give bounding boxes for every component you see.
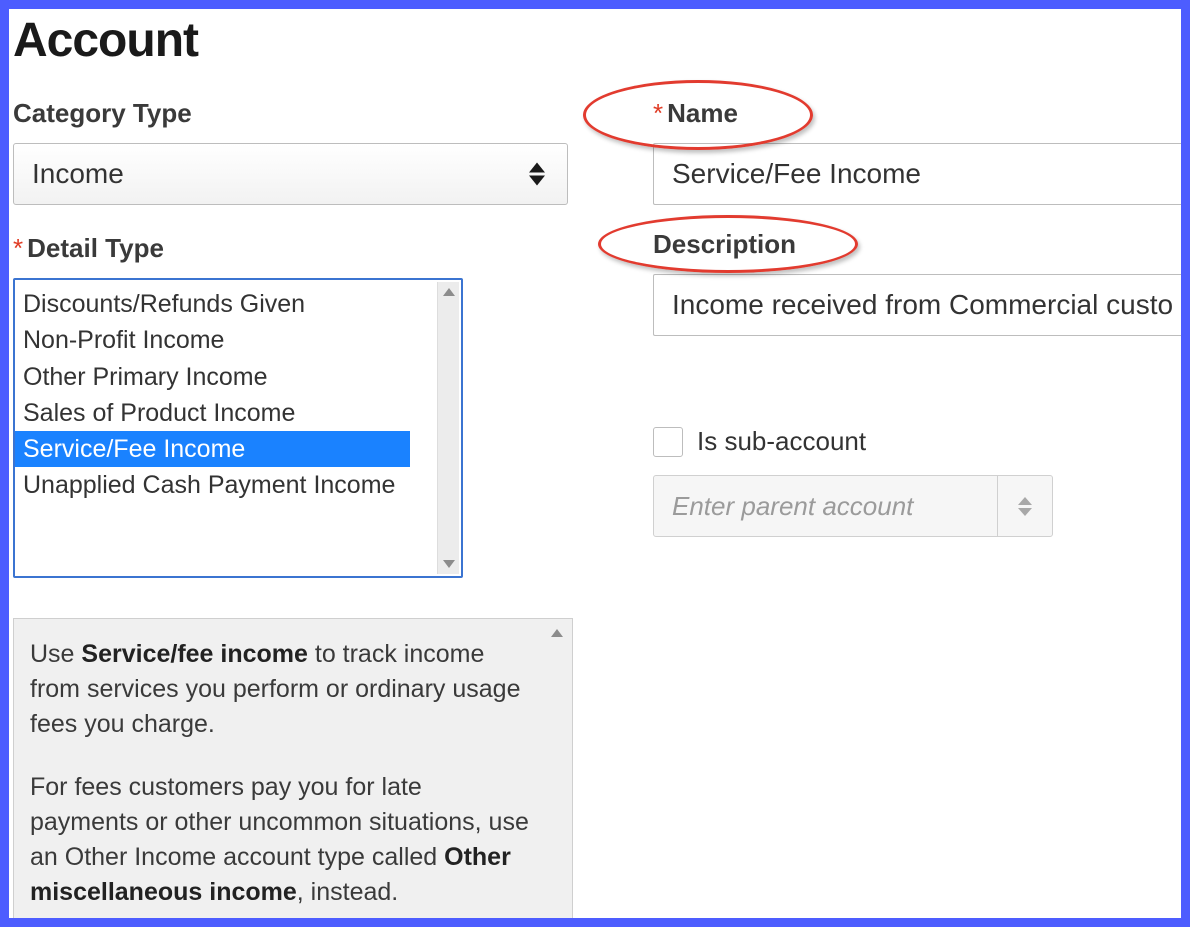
- help-scrollbar[interactable]: [546, 623, 568, 923]
- name-label: *Name: [653, 98, 738, 129]
- parent-account-select[interactable]: Enter parent account: [653, 475, 1053, 537]
- detail-type-listbox[interactable]: Discounts/Refunds GivenNon-Profit Income…: [13, 278, 463, 578]
- listbox-scrollbar[interactable]: [437, 282, 459, 574]
- detail-type-option[interactable]: Sales of Product Income: [15, 395, 435, 431]
- is-subaccount-label: Is sub-account: [697, 426, 866, 457]
- scroll-up-icon: [551, 629, 563, 637]
- dropdown-caret-icon: [529, 163, 545, 186]
- required-star-icon: *: [653, 98, 663, 128]
- description-input[interactable]: [653, 274, 1190, 336]
- scroll-up-icon: [443, 288, 455, 296]
- category-type-select[interactable]: Income: [13, 143, 568, 205]
- description-label: Description: [653, 229, 796, 260]
- category-type-label: Category Type: [13, 98, 192, 129]
- detail-type-option[interactable]: Other Primary Income: [15, 359, 435, 395]
- required-star-icon: *: [13, 233, 23, 263]
- detail-type-option[interactable]: Discounts/Refunds Given: [15, 286, 435, 322]
- scroll-down-icon: [443, 560, 455, 568]
- category-type-value: Income: [32, 158, 124, 190]
- page-title: Account: [13, 13, 1181, 68]
- detail-type-option[interactable]: Unapplied Cash Payment Income: [15, 467, 435, 503]
- dropdown-caret-icon: [997, 476, 1052, 536]
- detail-type-label: *Detail Type: [13, 233, 164, 264]
- parent-account-placeholder: Enter parent account: [654, 491, 913, 522]
- name-input[interactable]: [653, 143, 1190, 205]
- detail-type-help-panel: Use Service/fee income to track income f…: [13, 618, 573, 927]
- detail-type-option[interactable]: Service/Fee Income: [15, 431, 410, 467]
- detail-type-option[interactable]: Non-Profit Income: [15, 322, 435, 358]
- is-subaccount-checkbox[interactable]: [653, 427, 683, 457]
